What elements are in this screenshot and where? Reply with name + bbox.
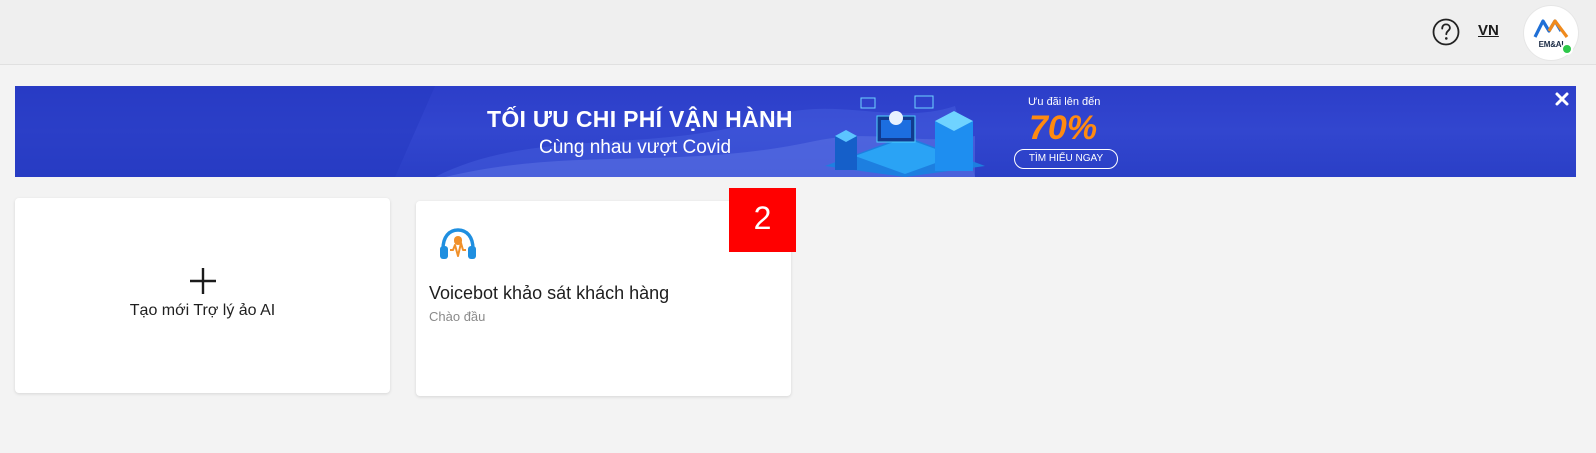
step-number-badge: 2 — [729, 188, 796, 252]
headset-icon — [440, 228, 476, 259]
banner-title: TỐI ƯU CHI PHÍ VẬN HÀNH — [487, 106, 793, 132]
plus-icon — [190, 268, 216, 294]
isometric-office-illustration — [825, 95, 985, 177]
voicebot-subtitle: Chào đầu — [429, 309, 486, 324]
voicebot-name: Voicebot khảo sát khách hàng — [429, 283, 670, 303]
promo-percentage: 70% — [1029, 109, 1098, 147]
promo-caption: Ưu đãi lên đến — [1028, 96, 1101, 108]
banner-wave-decoration — [15, 86, 975, 177]
online-status-badge — [1561, 43, 1573, 55]
top-bar: VN EM&AI — [0, 0, 1596, 65]
close-icon[interactable] — [1553, 90, 1571, 108]
banner-subtitle: Cùng nhau vượt Covid — [539, 137, 732, 158]
promo-banner[interactable]: TỐI ƯU CHI PHÍ VẬN HÀNH Cùng nhau vượt C… — [15, 86, 1576, 177]
learn-more-button[interactable]: TÌM HIỂU NGAY — [1014, 149, 1118, 169]
question-circle-icon[interactable] — [1432, 18, 1460, 46]
create-assistant-label: Tạo mới Trợ lý ảo AI — [129, 302, 276, 319]
create-assistant-card[interactable]: Tạo mới Trợ lý ảo AI — [15, 198, 390, 393]
language-switch[interactable]: VN — [1478, 22, 1499, 39]
brand-logo-icon — [1533, 19, 1569, 38]
